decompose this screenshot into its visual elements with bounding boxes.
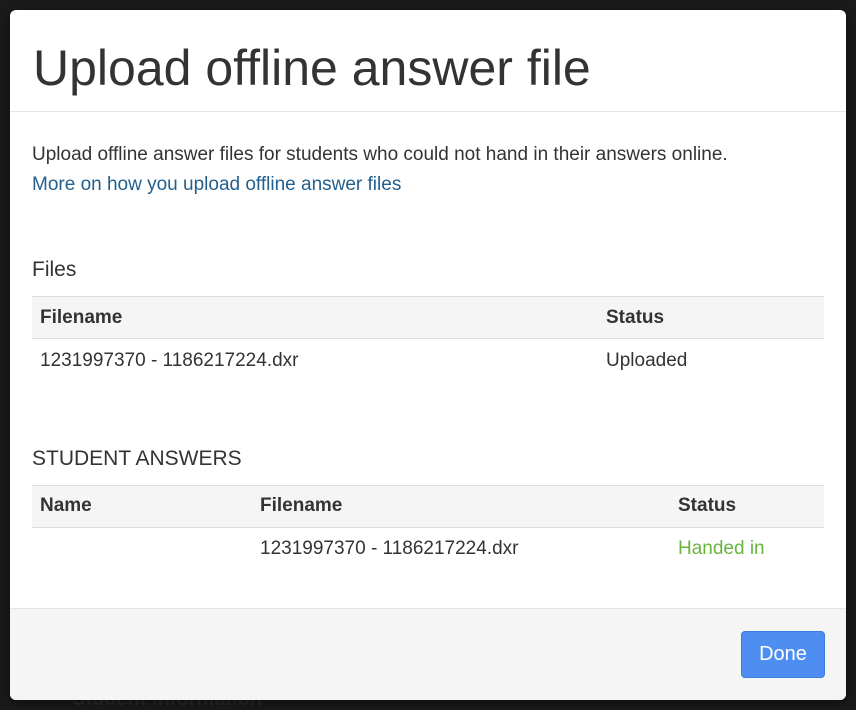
files-column-status: Status <box>598 296 824 339</box>
files-table-header: Filename Status <box>32 296 824 339</box>
files-column-filename: Filename <box>32 296 598 339</box>
modal-footer: Done <box>10 608 846 700</box>
intro-text: Upload offline answer files for students… <box>32 144 728 165</box>
table-row: 1231997370 - 1186217224.dxr Handed in <box>32 527 824 571</box>
modal-header: Upload offline answer file <box>10 10 846 112</box>
table-row: 1231997370 - 1186217224.dxr Uploaded <box>32 339 824 383</box>
answer-filename: 1231997370 - 1186217224.dxr <box>260 538 519 560</box>
file-filename: 1231997370 - 1186217224.dxr <box>40 349 299 371</box>
modal-title: Upload offline answer file <box>33 40 591 96</box>
answer-name <box>32 527 252 571</box>
student-answers-table-header: Name Filename Status <box>32 484 824 528</box>
answers-column-name: Name <box>32 484 252 528</box>
student-answers-table: Name Filename Status 1231997370 - 118621… <box>32 484 824 572</box>
answers-column-filename: Filename <box>252 484 670 528</box>
answer-status: Handed in <box>678 538 765 560</box>
file-status: Uploaded <box>606 349 688 371</box>
modal-body: Upload offline answer files for students… <box>10 112 846 607</box>
upload-offline-answer-dialog: Upload offline answer file Upload offlin… <box>10 10 846 700</box>
files-heading: Files <box>32 258 77 281</box>
student-answers-heading: STUDENT ANSWERS <box>32 446 242 470</box>
page-backdrop: Student information Upload offline answe… <box>0 0 856 710</box>
answers-column-status: Status <box>670 484 824 528</box>
help-link[interactable]: More on how you upload offline answer fi… <box>32 170 401 200</box>
files-table: Filename Status 1231997370 - 1186217224.… <box>32 296 824 383</box>
done-button[interactable]: Done <box>741 631 825 678</box>
